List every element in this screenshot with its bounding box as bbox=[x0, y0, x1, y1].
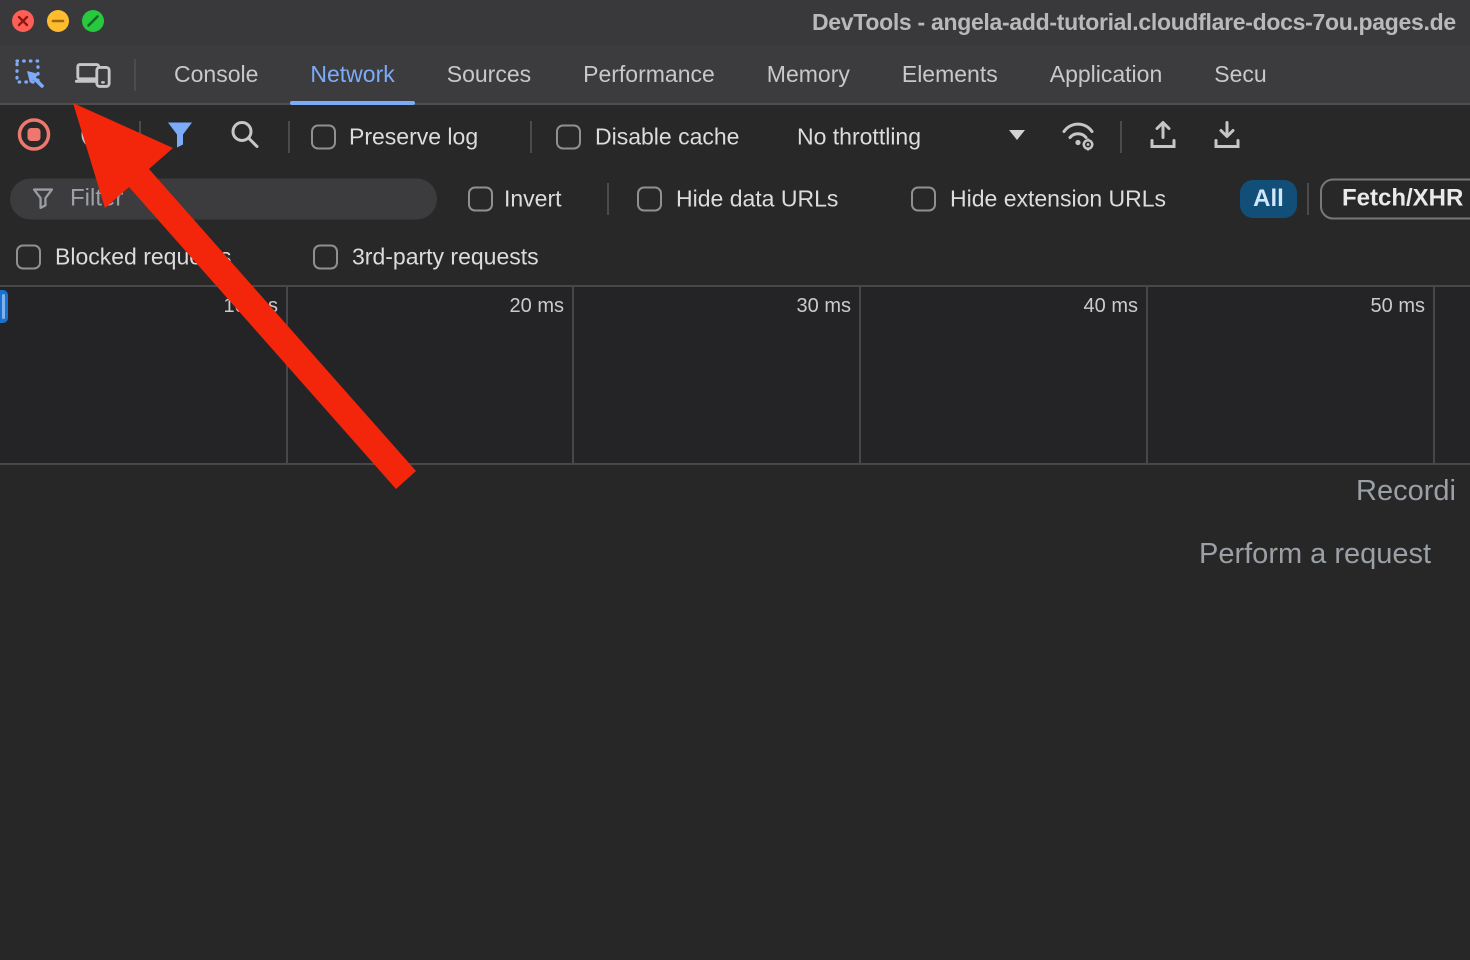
overview-handle-grip bbox=[2, 294, 5, 319]
tabbar-separator bbox=[134, 59, 136, 91]
third-party-requests-checkbox[interactable] bbox=[313, 244, 338, 269]
empty-state-recording-text: Recordi bbox=[1356, 475, 1456, 508]
disable-cache-label: Disable cache bbox=[595, 124, 739, 151]
import-har-icon bbox=[1146, 118, 1180, 152]
network-conditions-button[interactable] bbox=[1058, 116, 1100, 159]
preserve-log-checkbox[interactable] bbox=[311, 125, 336, 150]
minimize-window-button[interactable] bbox=[47, 10, 69, 32]
export-har-button[interactable] bbox=[1210, 118, 1244, 157]
timeline-tick-40ms: 40 ms bbox=[1028, 295, 1138, 318]
tab-sources[interactable]: Sources bbox=[421, 46, 557, 103]
funnel-icon bbox=[164, 119, 196, 151]
zoom-icon bbox=[82, 10, 104, 32]
network-filter-row-2: Blocked requests 3rd-party requests bbox=[0, 228, 1470, 285]
filter-type-all-label: All bbox=[1253, 185, 1284, 213]
tab-application-label: Application bbox=[1050, 61, 1163, 88]
filter-separator bbox=[1307, 183, 1309, 215]
tab-security[interactable]: Secu bbox=[1188, 46, 1292, 103]
minimize-icon bbox=[47, 10, 69, 32]
search-button[interactable] bbox=[228, 118, 262, 157]
blocked-requests-label: Blocked requests bbox=[55, 243, 231, 270]
toolbar-separator bbox=[139, 121, 141, 153]
tab-elements-label: Elements bbox=[902, 61, 998, 88]
tab-console[interactable]: Console bbox=[148, 46, 284, 103]
stop-recording-button[interactable] bbox=[16, 117, 52, 158]
filter-type-fetch-xhr-label: Fetch/XHR bbox=[1342, 185, 1463, 213]
third-party-requests-label: 3rd-party requests bbox=[352, 243, 539, 270]
timeline-gridline bbox=[572, 287, 574, 463]
tab-performance-label: Performance bbox=[583, 61, 715, 88]
filter-toggle-button[interactable] bbox=[164, 119, 196, 156]
filter-input-container[interactable] bbox=[10, 178, 437, 219]
clear-icon bbox=[80, 119, 112, 151]
disable-cache-checkbox[interactable] bbox=[556, 125, 581, 150]
tab-network[interactable]: Network bbox=[284, 46, 420, 103]
timeline-tick-50ms: 50 ms bbox=[1315, 295, 1425, 318]
network-overview-timeline[interactable]: 10 ms 20 ms 30 ms 40 ms 50 ms bbox=[0, 285, 1470, 465]
preserve-log-label: Preserve log bbox=[349, 124, 478, 151]
invert-checkbox[interactable] bbox=[468, 186, 493, 211]
overview-selection-handle[interactable] bbox=[0, 290, 8, 323]
close-window-button[interactable] bbox=[12, 10, 34, 32]
hide-extension-urls-checkbox[interactable] bbox=[911, 186, 936, 211]
blocked-requests-checkbox[interactable] bbox=[16, 244, 41, 269]
filter-separator bbox=[607, 183, 609, 215]
toolbar-separator bbox=[1120, 121, 1122, 153]
tab-sources-label: Sources bbox=[447, 61, 531, 88]
timeline-tick-20ms: 20 ms bbox=[454, 295, 564, 318]
tab-memory[interactable]: Memory bbox=[741, 46, 876, 103]
hide-data-urls-checkbox[interactable] bbox=[637, 186, 662, 211]
filter-funnel-icon bbox=[30, 186, 56, 212]
search-icon bbox=[228, 118, 262, 152]
tab-application[interactable]: Application bbox=[1024, 46, 1189, 103]
network-requests-area: Recordi Perform a request bbox=[0, 465, 1470, 960]
filter-type-all-button[interactable]: All bbox=[1240, 180, 1297, 218]
hide-extension-urls-label: Hide extension URLs bbox=[950, 185, 1166, 212]
filter-type-fetch-xhr-button[interactable]: Fetch/XHR bbox=[1320, 178, 1470, 219]
timeline-gridline bbox=[1146, 287, 1148, 463]
tab-memory-label: Memory bbox=[767, 61, 850, 88]
tab-security-label: Secu bbox=[1214, 61, 1266, 88]
device-toolbar-icon bbox=[74, 58, 112, 92]
tab-performance[interactable]: Performance bbox=[557, 46, 741, 103]
window-titlebar: DevTools - angela-add-tutorial.cloudflar… bbox=[0, 0, 1470, 46]
devtools-tabbar: Console Network Sources Performance Memo… bbox=[0, 46, 1470, 105]
timeline-gridline bbox=[859, 287, 861, 463]
network-filter-row: Invert Hide data URLs Hide extension URL… bbox=[0, 169, 1470, 228]
throttling-caret[interactable] bbox=[1008, 128, 1026, 146]
timeline-tick-30ms: 30 ms bbox=[741, 295, 851, 318]
window-title: DevTools - angela-add-tutorial.cloudflar… bbox=[812, 9, 1456, 36]
chevron-down-icon bbox=[1008, 129, 1026, 141]
clear-network-log-button[interactable] bbox=[80, 119, 112, 156]
timeline-gridline bbox=[1433, 287, 1435, 463]
filter-input[interactable] bbox=[70, 185, 400, 213]
export-har-icon bbox=[1210, 118, 1244, 152]
toggle-device-toolbar-button[interactable] bbox=[74, 56, 112, 94]
timeline-tick-10ms: 10 ms bbox=[168, 295, 278, 318]
import-har-button[interactable] bbox=[1146, 118, 1180, 157]
throttling-select[interactable]: No throttling bbox=[797, 124, 921, 151]
invert-label: Invert bbox=[504, 185, 562, 212]
tab-network-label: Network bbox=[310, 61, 394, 88]
record-stop-icon bbox=[16, 117, 52, 153]
tab-console-label: Console bbox=[174, 61, 258, 88]
network-toolbar: Preserve log Disable cache No throttling bbox=[0, 105, 1470, 169]
tab-elements[interactable]: Elements bbox=[876, 46, 1024, 103]
toolbar-separator bbox=[530, 121, 532, 153]
empty-state-hint-text: Perform a request bbox=[1199, 538, 1431, 571]
timeline-gridline bbox=[286, 287, 288, 463]
hide-data-urls-label: Hide data URLs bbox=[676, 185, 838, 212]
close-icon bbox=[12, 10, 34, 32]
inspect-cursor-icon bbox=[14, 58, 48, 92]
toolbar-separator bbox=[288, 121, 290, 153]
zoom-window-button[interactable] bbox=[82, 10, 104, 32]
network-conditions-icon bbox=[1058, 116, 1100, 154]
inspect-element-button[interactable] bbox=[12, 56, 50, 94]
